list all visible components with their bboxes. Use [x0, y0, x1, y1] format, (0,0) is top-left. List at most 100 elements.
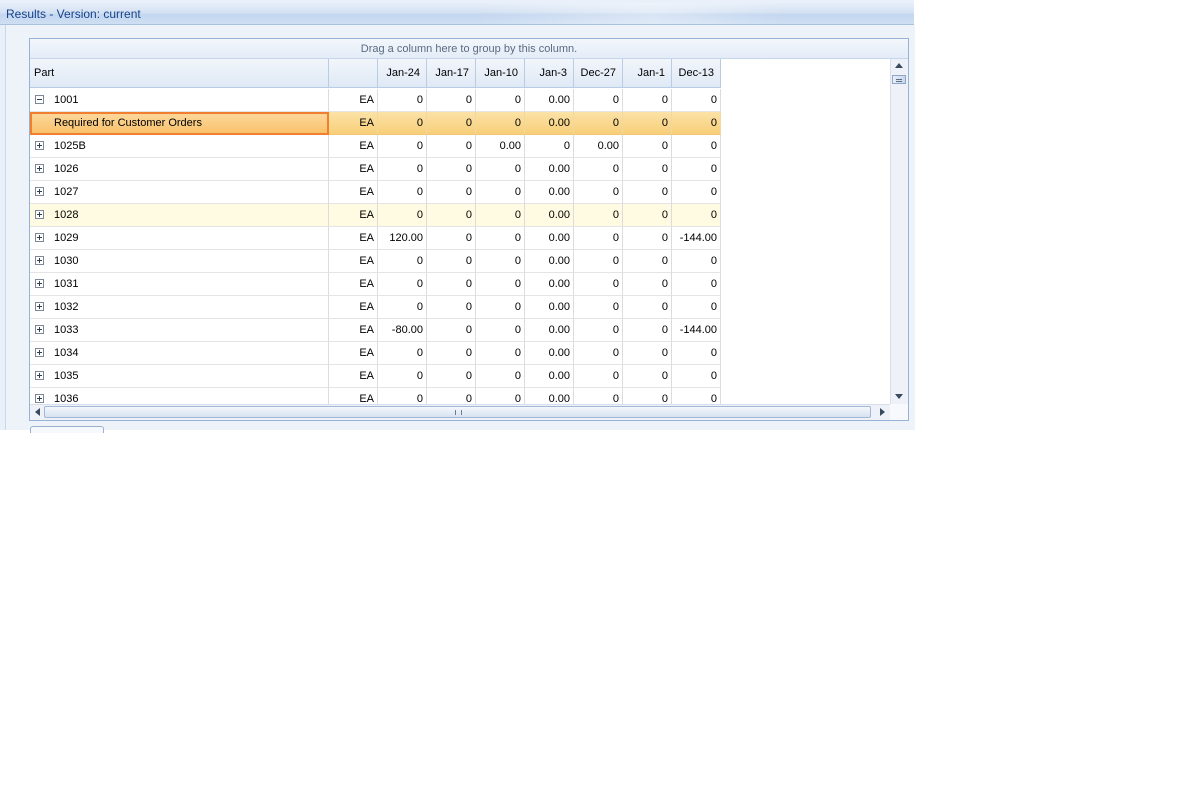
table-row[interactable]: 1029 EA 120.00 0 0 0.00 0 0 -144.00	[30, 227, 721, 250]
part-cell[interactable]: 1025B	[30, 135, 329, 158]
value-cell[interactable]: 0	[623, 158, 672, 181]
value-cell[interactable]: 0	[574, 273, 623, 296]
value-cell[interactable]: 0	[623, 112, 672, 135]
value-cell[interactable]: 0	[427, 273, 476, 296]
value-cell[interactable]: 0	[574, 112, 623, 135]
value-cell[interactable]: 0	[672, 158, 721, 181]
part-cell[interactable]: 1031	[30, 273, 329, 296]
plus-box-icon[interactable]	[35, 348, 44, 357]
plus-box-icon[interactable]	[35, 164, 44, 173]
value-cell[interactable]: 0.00	[525, 227, 574, 250]
value-cell[interactable]: 0	[574, 342, 623, 365]
value-cell[interactable]: 0	[427, 112, 476, 135]
uom-cell[interactable]: EA	[329, 89, 378, 112]
value-cell[interactable]: 0	[672, 135, 721, 158]
value-cell[interactable]: 0	[623, 365, 672, 388]
table-row[interactable]: 1032 EA 0 0 0 0.00 0 0 0	[30, 296, 721, 319]
uom-cell[interactable]: EA	[329, 158, 378, 181]
value-cell[interactable]: 0	[476, 273, 525, 296]
plus-box-icon[interactable]	[35, 371, 44, 380]
value-cell[interactable]: 120.00	[378, 227, 427, 250]
arrow-up-icon[interactable]	[895, 63, 903, 68]
value-cell[interactable]: 0	[476, 89, 525, 112]
table-row[interactable]: 1028 EA 0 0 0 0.00 0 0 0	[30, 204, 721, 227]
value-cell[interactable]: 0	[427, 342, 476, 365]
value-cell[interactable]: 0.00	[525, 158, 574, 181]
value-cell[interactable]: 0	[623, 342, 672, 365]
part-cell[interactable]: 1029	[30, 227, 329, 250]
value-cell[interactable]: 0	[378, 365, 427, 388]
column-header-dec-13[interactable]: Dec-13	[672, 59, 721, 88]
value-cell[interactable]: 0	[623, 250, 672, 273]
part-cell[interactable]: 1032	[30, 296, 329, 319]
plus-box-icon[interactable]	[35, 256, 44, 265]
column-header-part[interactable]: Part	[30, 59, 329, 88]
bottom-tab[interactable]	[30, 426, 104, 433]
table-row[interactable]: 1025B EA 0 0 0.00 0 0.00 0 0	[30, 135, 721, 158]
value-cell[interactable]: 0	[427, 319, 476, 342]
column-header-uom[interactable]	[329, 59, 378, 88]
plus-box-icon[interactable]	[35, 279, 44, 288]
uom-cell[interactable]: EA	[329, 112, 378, 135]
value-cell[interactable]: 0	[672, 204, 721, 227]
vertical-scrollbar[interactable]	[890, 59, 908, 404]
horizontal-scrollbar[interactable]	[30, 404, 890, 420]
plus-box-icon[interactable]	[35, 233, 44, 242]
value-cell[interactable]: 0	[672, 181, 721, 204]
value-cell[interactable]: 0	[623, 296, 672, 319]
value-cell[interactable]: 0	[476, 227, 525, 250]
value-cell[interactable]: 0	[623, 135, 672, 158]
uom-cell[interactable]: EA	[329, 250, 378, 273]
uom-cell[interactable]: EA	[329, 227, 378, 250]
value-cell[interactable]: 0	[476, 319, 525, 342]
value-cell[interactable]: 0	[574, 204, 623, 227]
table-row[interactable]: 1033 EA -80.00 0 0 0.00 0 0 -144.00	[30, 319, 721, 342]
value-cell[interactable]: 0	[427, 89, 476, 112]
table-row[interactable]: 1001 EA 0 0 0 0.00 0 0 0	[30, 89, 721, 112]
value-cell[interactable]: 0	[574, 296, 623, 319]
plus-box-icon[interactable]	[35, 187, 44, 196]
part-cell[interactable]: 1035	[30, 365, 329, 388]
plus-box-icon[interactable]	[35, 141, 44, 150]
value-cell[interactable]: 0	[574, 181, 623, 204]
value-cell[interactable]: 0	[427, 227, 476, 250]
value-cell[interactable]: 0	[525, 135, 574, 158]
uom-cell[interactable]: EA	[329, 181, 378, 204]
value-cell[interactable]: 0	[623, 204, 672, 227]
value-cell[interactable]: 0	[378, 112, 427, 135]
value-cell[interactable]: 0	[574, 89, 623, 112]
value-cell[interactable]: 0	[623, 227, 672, 250]
value-cell[interactable]: 0	[476, 342, 525, 365]
value-cell[interactable]: 0.00	[525, 296, 574, 319]
column-header-jan-24[interactable]: Jan-24	[378, 59, 427, 88]
value-cell[interactable]: 0	[672, 89, 721, 112]
value-cell[interactable]: 0.00	[525, 181, 574, 204]
value-cell[interactable]: -80.00	[378, 319, 427, 342]
value-cell[interactable]: 0	[476, 296, 525, 319]
value-cell[interactable]: 0	[378, 342, 427, 365]
value-cell[interactable]: 0	[427, 204, 476, 227]
value-cell[interactable]: 0	[672, 342, 721, 365]
value-cell[interactable]: 0	[574, 227, 623, 250]
table-row[interactable]: Required for Customer Orders EA 0 0 0 0.00 0 0 0	[30, 112, 721, 135]
uom-cell[interactable]: EA	[329, 135, 378, 158]
value-cell[interactable]: 0	[623, 273, 672, 296]
part-cell[interactable]: 1033	[30, 319, 329, 342]
value-cell[interactable]: 0	[672, 273, 721, 296]
value-cell[interactable]: 0	[476, 112, 525, 135]
value-cell[interactable]: 0	[672, 365, 721, 388]
value-cell[interactable]: 0	[427, 158, 476, 181]
value-cell[interactable]: 0	[623, 181, 672, 204]
value-cell[interactable]: -144.00	[672, 227, 721, 250]
column-header-jan-10[interactable]: Jan-10	[476, 59, 525, 88]
table-row[interactable]: 1031 EA 0 0 0 0.00 0 0 0	[30, 273, 721, 296]
part-cell[interactable]: Required for Customer Orders	[30, 112, 329, 135]
value-cell[interactable]: 0	[476, 250, 525, 273]
value-cell[interactable]: 0	[427, 135, 476, 158]
value-cell[interactable]: 0.00	[525, 365, 574, 388]
table-row[interactable]: 1035 EA 0 0 0 0.00 0 0 0	[30, 365, 721, 388]
table-row[interactable]: 1030 EA 0 0 0 0.00 0 0 0	[30, 250, 721, 273]
value-cell[interactable]: 0	[378, 181, 427, 204]
uom-cell[interactable]: EA	[329, 273, 378, 296]
uom-cell[interactable]: EA	[329, 204, 378, 227]
